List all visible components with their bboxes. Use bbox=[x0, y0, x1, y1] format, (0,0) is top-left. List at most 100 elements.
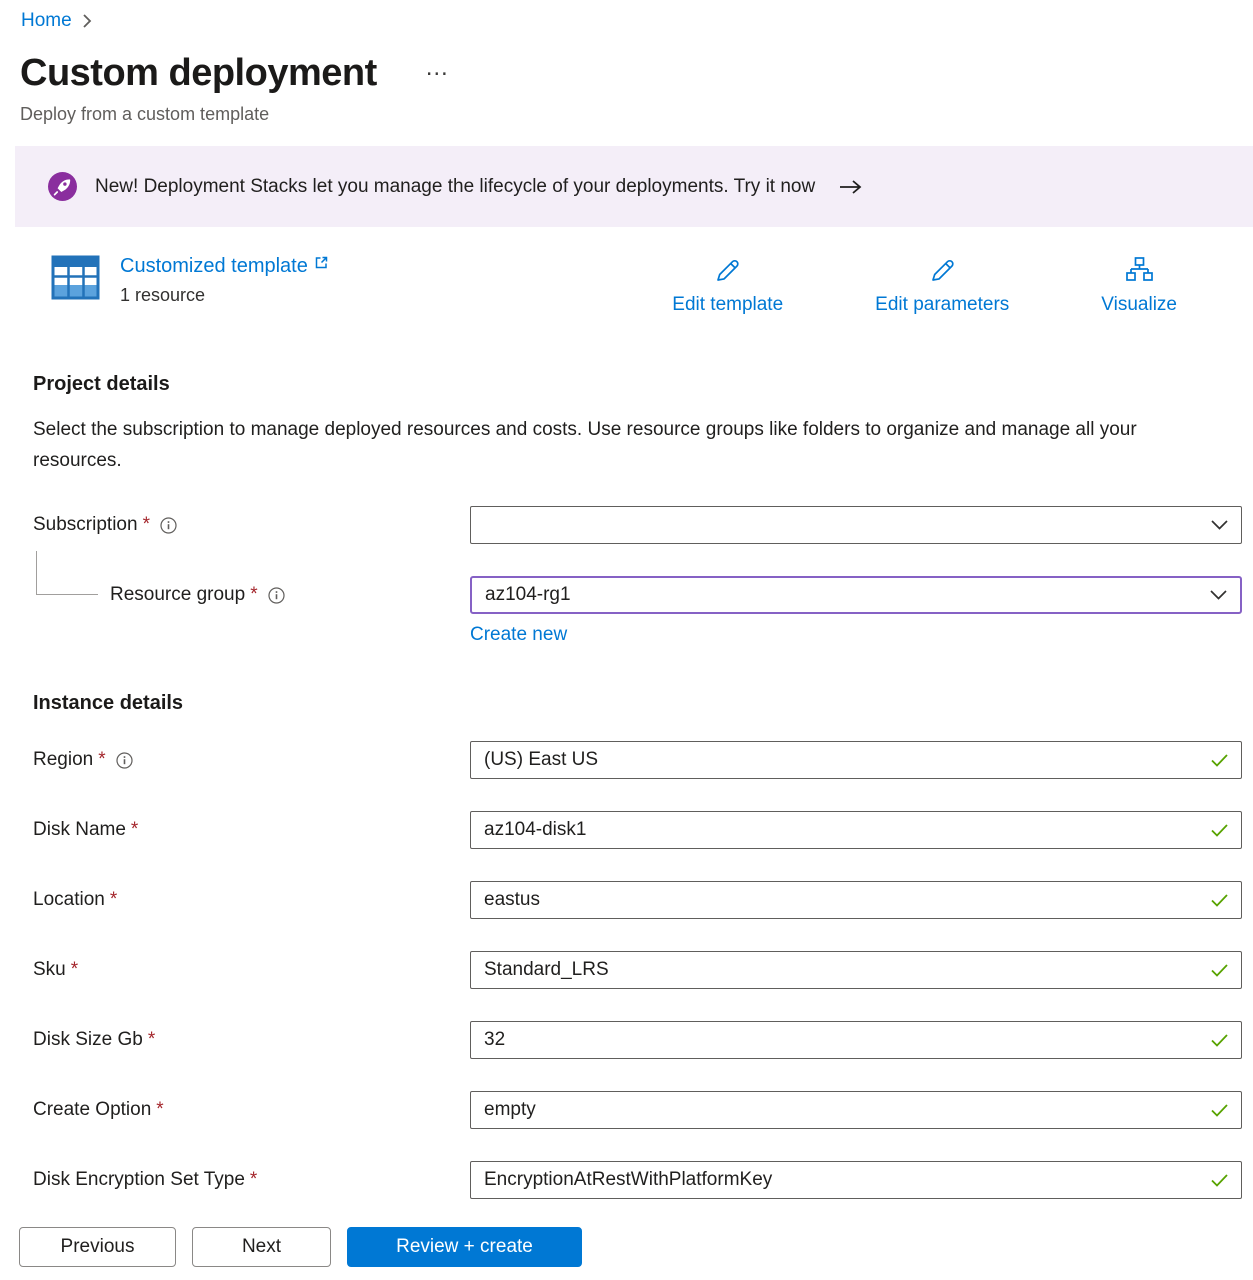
subscription-label: Subscription bbox=[33, 514, 138, 536]
template-icon bbox=[51, 255, 100, 305]
template-name: Customized template bbox=[120, 255, 308, 278]
breadcrumb-home-link[interactable]: Home bbox=[21, 10, 72, 32]
required-marker: * bbox=[131, 819, 138, 841]
region-label: Region bbox=[33, 749, 93, 771]
review-create-button[interactable]: Review + create bbox=[347, 1227, 582, 1267]
resource-group-dropdown[interactable]: az104-rg1 bbox=[470, 576, 1242, 614]
region-label-col: Region * bbox=[33, 749, 470, 771]
breadcrumb-chevron-icon bbox=[82, 13, 92, 29]
subscription-label-col: Subscription * bbox=[33, 514, 470, 536]
edit-template-label: Edit template bbox=[672, 294, 783, 316]
required-marker: * bbox=[250, 1169, 257, 1191]
tree-connector bbox=[36, 551, 98, 595]
info-icon[interactable] bbox=[268, 587, 285, 604]
subscription-dropdown[interactable] bbox=[470, 506, 1242, 544]
edit-parameters-label: Edit parameters bbox=[875, 294, 1009, 316]
deployment-stacks-banner[interactable]: New! Deployment Stacks let you manage th… bbox=[15, 146, 1253, 227]
project-details-form: Subscription * Resour bbox=[33, 506, 1242, 646]
create-new-link[interactable]: Create new bbox=[470, 624, 567, 646]
required-marker: * bbox=[110, 889, 117, 911]
arrow-right-icon bbox=[839, 179, 863, 195]
custom-deployment-page: Home Custom deployment … Deploy from a c… bbox=[0, 0, 1253, 1280]
region-row: Region * (US) East US bbox=[33, 741, 1242, 779]
required-marker: * bbox=[156, 1099, 163, 1121]
edit-parameters-button[interactable]: Edit parameters bbox=[875, 255, 1009, 316]
page-title: Custom deployment bbox=[20, 52, 377, 95]
valid-check-icon bbox=[1211, 754, 1228, 767]
visualize-label: Visualize bbox=[1101, 294, 1177, 316]
valid-check-icon bbox=[1211, 964, 1228, 977]
info-icon[interactable] bbox=[116, 752, 133, 769]
disk-name-label: Disk Name bbox=[33, 819, 126, 841]
create-option-value: empty bbox=[484, 1099, 1211, 1121]
disk-size-row: Disk Size Gb * 32 bbox=[33, 1021, 1242, 1059]
required-marker: * bbox=[98, 749, 105, 771]
create-option-label-col: Create Option * bbox=[33, 1099, 470, 1121]
disk-encryption-set-type-input[interactable]: EncryptionAtRestWithPlatformKey bbox=[470, 1161, 1242, 1199]
resource-group-row: Resource group * az104-rg1 bbox=[33, 576, 1242, 614]
footer-bar: Previous Next Review + create bbox=[0, 1214, 1253, 1280]
instance-details-heading: Instance details bbox=[33, 692, 1253, 715]
project-details-heading: Project details bbox=[33, 373, 1253, 396]
disk-encryption-set-type-label: Disk Encryption Set Type bbox=[33, 1169, 245, 1191]
disk-size-value: 32 bbox=[484, 1029, 1211, 1051]
required-marker: * bbox=[71, 959, 78, 981]
required-marker: * bbox=[250, 584, 257, 606]
pencil-icon bbox=[927, 255, 958, 286]
edit-template-button[interactable]: Edit template bbox=[672, 255, 783, 316]
required-marker: * bbox=[143, 514, 150, 536]
disk-encryption-label-col: Disk Encryption Set Type * bbox=[33, 1169, 470, 1191]
location-input[interactable]: eastus bbox=[470, 881, 1242, 919]
disk-encryption-set-type-value: EncryptionAtRestWithPlatformKey bbox=[484, 1169, 1211, 1191]
create-option-row: Create Option * empty bbox=[33, 1091, 1242, 1129]
visualize-button[interactable]: Visualize bbox=[1101, 255, 1177, 316]
template-section: Customized template 1 resource Edit temp… bbox=[51, 253, 1253, 327]
valid-check-icon bbox=[1211, 824, 1228, 837]
disk-name-value: az104-disk1 bbox=[484, 819, 1211, 841]
valid-check-icon bbox=[1211, 894, 1228, 907]
disk-encryption-set-type-row: Disk Encryption Set Type * EncryptionAtR… bbox=[33, 1161, 1242, 1199]
create-option-input[interactable]: empty bbox=[470, 1091, 1242, 1129]
disk-name-row: Disk Name * az104-disk1 bbox=[33, 811, 1242, 849]
disk-size-label-col: Disk Size Gb * bbox=[33, 1029, 470, 1051]
location-label-col: Location * bbox=[33, 889, 470, 911]
chevron-down-icon bbox=[1211, 520, 1228, 530]
resource-group-label: Resource group bbox=[110, 584, 245, 606]
required-marker: * bbox=[148, 1029, 155, 1051]
subscription-row: Subscription * bbox=[33, 506, 1242, 544]
banner-text: New! Deployment Stacks let you manage th… bbox=[95, 176, 815, 198]
resource-group-value: az104-rg1 bbox=[485, 584, 1210, 606]
next-button[interactable]: Next bbox=[192, 1227, 331, 1267]
title-row: Custom deployment … bbox=[0, 52, 1253, 95]
sku-input[interactable]: Standard_LRS bbox=[470, 951, 1242, 989]
external-link-icon bbox=[314, 255, 329, 270]
sku-row: Sku * Standard_LRS bbox=[33, 951, 1242, 989]
pencil-icon bbox=[712, 255, 743, 286]
create-option-label: Create Option bbox=[33, 1099, 151, 1121]
disk-size-input[interactable]: 32 bbox=[470, 1021, 1242, 1059]
chevron-down-icon bbox=[1210, 590, 1227, 600]
page-subtitle: Deploy from a custom template bbox=[0, 104, 1253, 125]
disk-name-label-col: Disk Name * bbox=[33, 819, 470, 841]
valid-check-icon bbox=[1211, 1174, 1228, 1187]
resource-group-label-col: Resource group * bbox=[33, 584, 470, 606]
project-details-description: Select the subscription to manage deploy… bbox=[33, 414, 1213, 476]
org-chart-icon bbox=[1124, 255, 1155, 286]
template-actions: Edit template Edit parameters Visualize bbox=[672, 255, 1177, 316]
region-input[interactable]: (US) East US bbox=[470, 741, 1242, 779]
disk-size-label: Disk Size Gb bbox=[33, 1029, 143, 1051]
disk-name-input[interactable]: az104-disk1 bbox=[470, 811, 1242, 849]
sku-label: Sku bbox=[33, 959, 66, 981]
customized-template-link[interactable]: Customized template bbox=[120, 255, 329, 278]
sku-value: Standard_LRS bbox=[484, 959, 1211, 981]
more-options-button[interactable]: … bbox=[425, 56, 451, 80]
instance-details-form: Region * (US) East US Disk Na bbox=[33, 741, 1242, 1199]
sku-label-col: Sku * bbox=[33, 959, 470, 981]
previous-button[interactable]: Previous bbox=[19, 1227, 176, 1267]
region-value: (US) East US bbox=[484, 749, 1211, 771]
valid-check-icon bbox=[1211, 1104, 1228, 1117]
info-icon[interactable] bbox=[160, 517, 177, 534]
location-label: Location bbox=[33, 889, 105, 911]
rocket-icon bbox=[48, 172, 77, 201]
breadcrumb: Home bbox=[0, 0, 1253, 32]
